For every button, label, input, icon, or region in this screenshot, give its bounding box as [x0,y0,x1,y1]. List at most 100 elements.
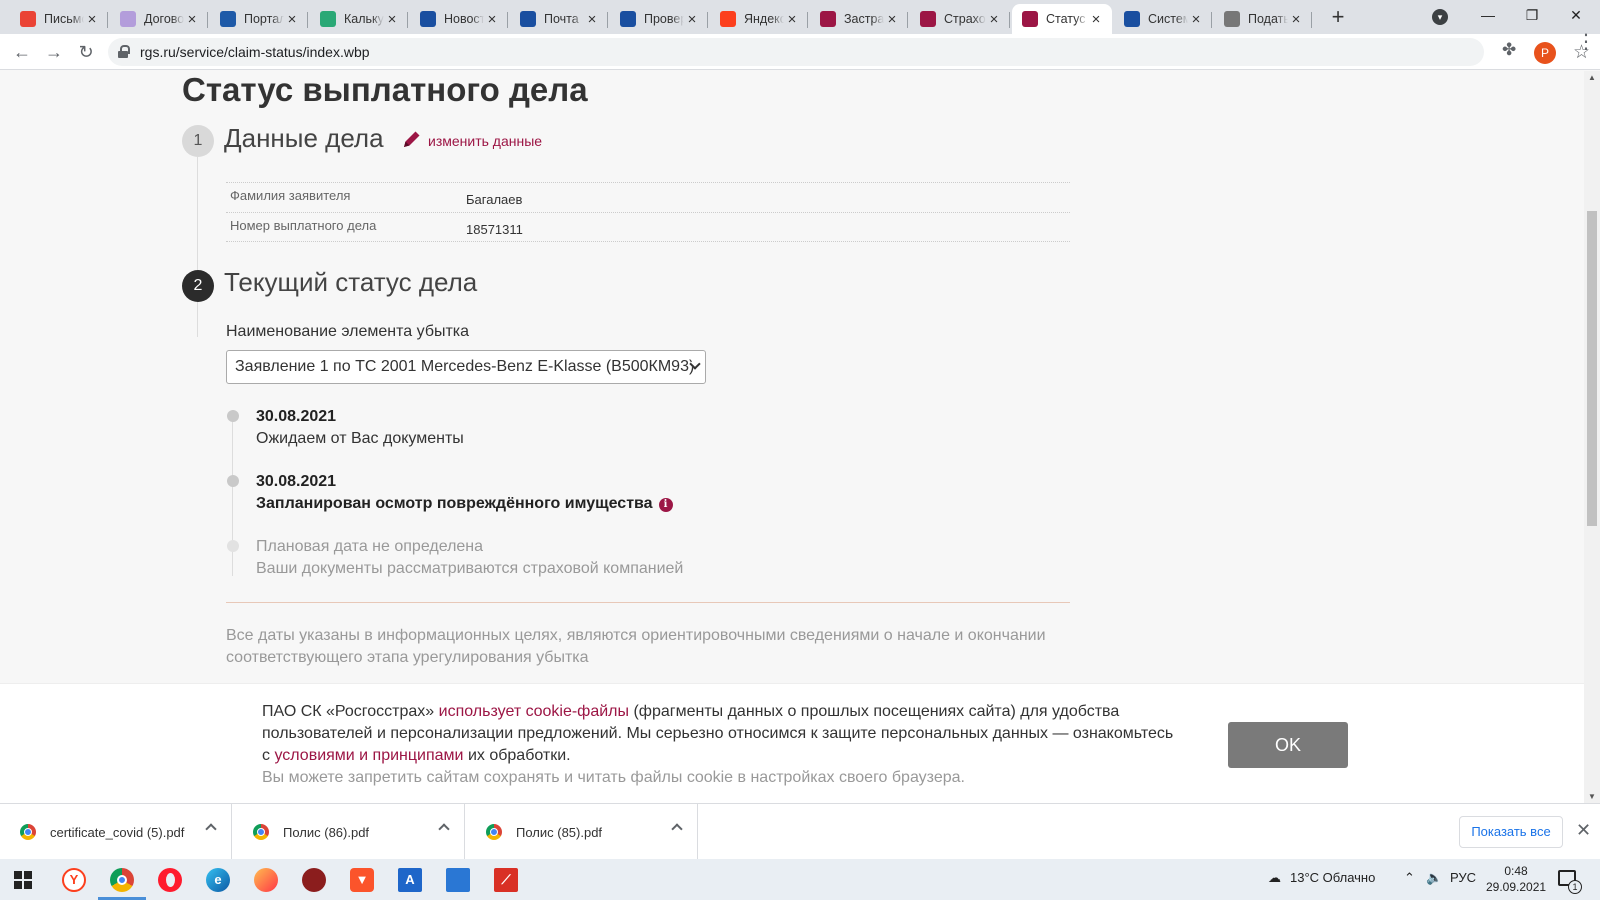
tray-chevron-icon[interactable]: ⌃ [1404,870,1415,886]
app-a-icon[interactable]: A [386,859,434,900]
close-window-button[interactable]: ✕ [1556,4,1596,28]
browser-tab[interactable]: Почта × [510,4,608,34]
tab-close-icon[interactable]: × [184,11,200,28]
chevron-up-icon[interactable] [671,823,683,835]
browser-tab[interactable]: Проверка× [610,4,708,34]
browser-tab[interactable]: Договор× [110,4,208,34]
cookie-text-part3: их обработки. [463,747,571,764]
step-connector [197,157,198,337]
tab-title: Новости [444,12,484,26]
tab-close-icon[interactable]: × [684,11,700,28]
tab-title: Система [1148,12,1188,26]
yandex-browser-icon[interactable]: Y [50,859,98,900]
url-text: rgs.ru/service/claim-status/index.wbp [140,44,370,60]
browser-tab[interactable]: Система× [1114,4,1212,34]
tab-close-icon[interactable]: × [484,11,500,28]
tab-close-icon[interactable]: × [84,11,100,28]
address-bar[interactable]: rgs.ru/service/claim-status/index.wbp ☆ [108,38,1590,66]
dates-disclaimer: Все даты указаны в информационных целях,… [226,627,1046,666]
restore-button[interactable]: ❐ [1512,4,1552,28]
chart-app-icon[interactable]: ⟋ [482,859,530,900]
tab-separator [207,12,208,28]
timeline-dot [227,410,239,422]
browser-tab[interactable]: Портал × [210,4,308,34]
tab-close-icon[interactable]: × [1288,11,1304,28]
scroll-down-icon[interactable]: ▼ [1587,792,1597,801]
timeline-line [232,416,233,576]
rgs-icon [920,11,936,27]
tab-close-icon[interactable]: × [1188,11,1204,28]
browser-tab[interactable]: Статус × [1012,4,1112,34]
tab-close-icon[interactable]: × [284,11,300,28]
tab-title: Калькулятор [344,12,384,26]
language-indicator[interactable]: РУС [1450,870,1476,885]
info-icon[interactable]: i [658,498,673,512]
volume-icon[interactable]: 🔈 [1426,870,1442,886]
edge-icon[interactable]: e [194,859,242,900]
scroll-up-icon[interactable]: ▲ [1587,73,1597,82]
chevron-up-icon[interactable] [438,823,450,835]
case-number-label: Номер выплатного дела [230,218,377,233]
divider [226,602,1070,603]
show-all-downloads-button[interactable]: Показать все [1459,816,1563,848]
chrome-icon [20,824,36,840]
new-tab-button[interactable]: + [1326,6,1350,30]
tab-close-icon[interactable]: × [384,11,400,28]
loss-element-select[interactable]: Заявление 1 по ТС 2001 Mercedes-Benz E-K… [226,350,706,384]
back-icon[interactable]: ← [10,40,34,64]
tab-search-icon[interactable]: ▾ [1432,9,1448,25]
browser-app-icon[interactable] [290,859,338,900]
chevron-up-icon[interactable] [205,823,217,835]
browser-tab[interactable]: Письмо × [10,4,108,34]
inspection-status-text: Запланирован осмотр повреждённого имущес… [256,495,653,512]
browser-menu-icon[interactable]: ⋮ [1576,32,1596,52]
applicant-surname-value: Багалаев [466,192,523,207]
edit-data-link[interactable]: изменить данные [402,129,542,149]
photos-icon[interactable] [434,859,482,900]
firefox-icon[interactable] [242,859,290,900]
download-item[interactable]: certificate_covid (5).pdf [0,804,232,860]
tab-close-icon[interactable]: × [584,11,600,28]
tab-separator [1009,12,1010,28]
browser-tab[interactable]: Калькулятор× [310,4,408,34]
chrome-icon [486,824,502,840]
weather-icon[interactable]: ☁ [1268,870,1281,886]
rgs-icon [820,11,836,27]
brave-icon[interactable]: ▼ [338,859,386,900]
timeline-date-2: 30.08.2021 [256,473,337,490]
page-scrollbar[interactable]: ▲ ▼ [1584,71,1600,803]
weather-text[interactable]: 13°C Облачно [1290,870,1375,885]
scrollbar-thumb[interactable] [1587,211,1597,526]
clock[interactable]: 0:48 29.09.2021 [1486,863,1546,895]
taskbar: Y e ▼ A ⟋ ☁ 13°C Облачно ⌃ 🔈 РУС 0:48 29… [0,859,1600,900]
cookie-ok-button[interactable]: OK [1228,722,1348,768]
close-downloads-icon[interactable]: ✕ [1576,820,1591,841]
opera-icon[interactable] [146,859,194,900]
pending-date-text: Плановая дата не определена [256,538,484,555]
chrome-taskbar-icon[interactable] [98,859,146,900]
browser-tab[interactable]: Подать × [1214,4,1312,34]
download-item[interactable]: Полис (86).pdf [233,804,465,860]
minimize-button[interactable]: — [1468,4,1508,28]
profile-avatar[interactable]: Р [1534,42,1556,64]
browser-tab[interactable]: Страховые× [910,4,1010,34]
cookie-files-link[interactable]: использует cookie-файлы [439,703,629,720]
tab-close-icon[interactable]: × [784,11,800,28]
download-item[interactable]: Полис (85).pdf [466,804,698,860]
tab-close-icon[interactable]: × [884,11,900,28]
browser-tab[interactable]: Застрахованные× [810,4,908,34]
extensions-icon[interactable]: ✤ [1502,40,1516,60]
forward-icon[interactable]: → [42,40,66,64]
browser-tab[interactable]: Яндекс × [710,4,808,34]
terms-link[interactable]: условиями и принципами [274,747,463,764]
tab-separator [607,12,608,28]
tab-title: Проверка [644,12,684,26]
reload-icon[interactable]: ↻ [74,40,98,64]
tab-close-icon[interactable]: × [1088,11,1104,28]
tab-separator [307,12,308,28]
timeline-text-2: Запланирован осмотр повреждённого имущес… [256,495,673,513]
tab-close-icon[interactable]: × [986,11,1002,28]
browser-tab[interactable]: Новости× [410,4,508,34]
pending-status-text: Ваши документы рассматриваются страховой… [256,560,684,577]
windows-start-icon[interactable] [14,871,32,889]
